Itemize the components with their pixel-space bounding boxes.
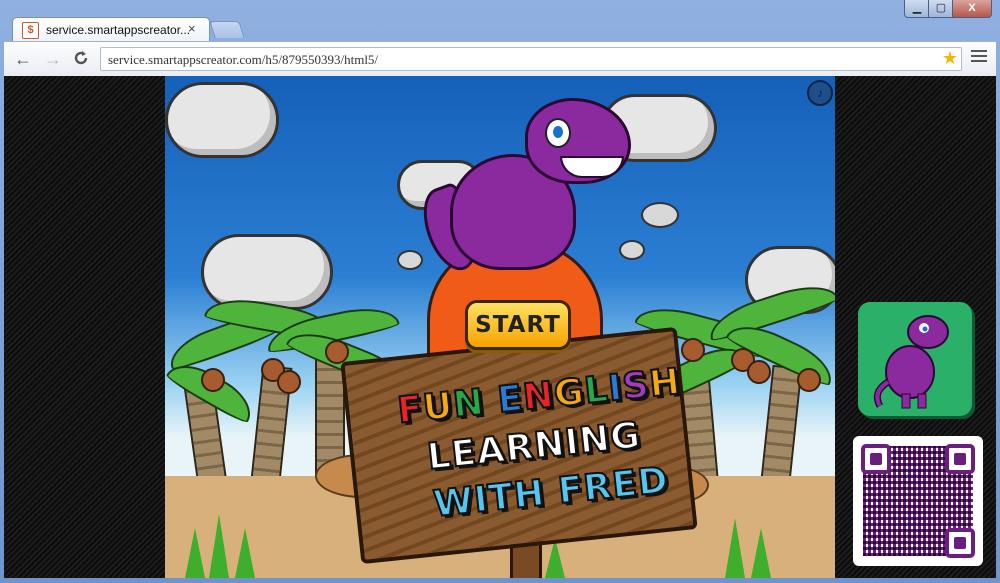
grass-tuft (185, 528, 205, 578)
coconut (201, 368, 225, 392)
reload-icon (74, 51, 88, 65)
coconut (797, 368, 821, 392)
smoke-puff (619, 240, 645, 260)
tab-close-icon[interactable]: × (188, 21, 196, 36)
tab-title: service.smartappscreator... (46, 23, 191, 37)
new-tab-button[interactable] (209, 21, 245, 38)
title-letter: H (646, 360, 683, 406)
coconut (747, 360, 771, 384)
reload-button[interactable] (70, 49, 92, 69)
grass-tuft (751, 528, 771, 578)
close-window-button[interactable]: X (952, 0, 992, 18)
maximize-button[interactable]: ▢ (928, 0, 954, 18)
smartapps-favicon-icon: $ (22, 22, 39, 39)
dino-icon (873, 315, 949, 409)
dino-mouth (560, 156, 624, 178)
browser-toolbar: ← → service.smartappscreator.com/h5/8795… (4, 41, 996, 76)
smoke-puff (641, 202, 679, 228)
coconut (325, 340, 349, 364)
dino-pupil (553, 126, 563, 138)
coconut (681, 338, 705, 362)
qr-finder (945, 444, 975, 474)
start-button[interactable]: START (465, 300, 571, 350)
title-letter: G (551, 370, 588, 416)
browser-window: $ service.smartappscreator... × ▁ ▢ X ← … (0, 0, 1000, 583)
url-text: service.smartappscreator.com/h5/87955039… (108, 52, 379, 67)
cloud (201, 234, 333, 310)
back-button[interactable]: ← (12, 49, 34, 69)
page-viewport: FUN ENGLISH LEARNING WITH FRED START ♪ (4, 76, 996, 578)
sound-icon[interactable]: ♪ (807, 80, 833, 106)
bookmark-star-icon[interactable]: ★ (942, 48, 958, 69)
smoke-puff (397, 250, 423, 270)
title-letter: N (520, 374, 557, 420)
title-letter: U (420, 384, 456, 430)
qr-finder (861, 444, 891, 474)
game-canvas[interactable]: FUN ENGLISH LEARNING WITH FRED START ♪ (165, 76, 835, 578)
grass-tuft (209, 514, 229, 578)
title-letter: N (450, 381, 487, 427)
dino-app-icon[interactable] (858, 302, 972, 416)
address-bar[interactable]: service.smartappscreator.com/h5/87955039… (100, 47, 962, 71)
coconut (277, 370, 301, 394)
grass-tuft (235, 528, 255, 578)
qr-code (853, 436, 983, 566)
minimize-button[interactable]: ▁ (904, 0, 930, 18)
qr-finder (945, 528, 975, 558)
browser-tab[interactable]: $ service.smartappscreator... × (12, 17, 210, 42)
cloud (165, 82, 279, 158)
forward-button[interactable]: → (42, 49, 64, 69)
grass-tuft (725, 518, 745, 578)
browser-menu-icon[interactable] (971, 50, 987, 65)
